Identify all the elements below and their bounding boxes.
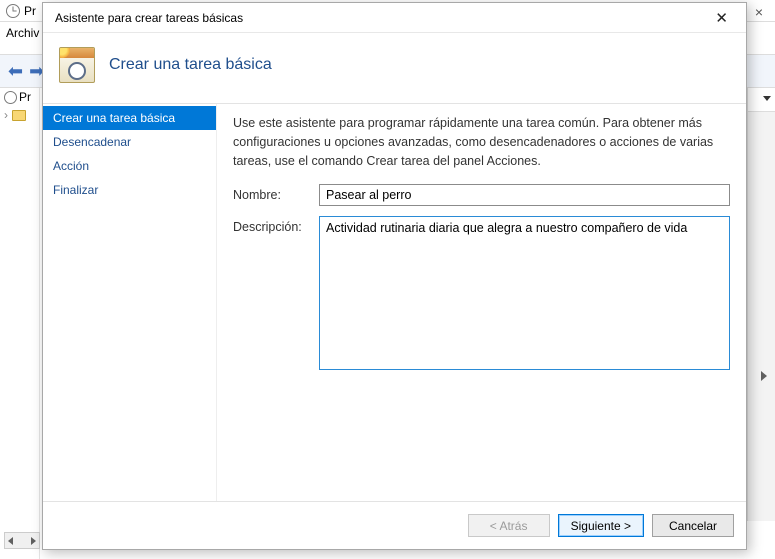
- tree-root[interactable]: Pr: [0, 88, 39, 106]
- name-label: Nombre:: [233, 184, 319, 202]
- wizard-footer: < Atrás Siguiente > Cancelar: [43, 501, 746, 549]
- wizard-window-title: Asistente para crear tareas básicas: [55, 11, 707, 25]
- folder-icon: [12, 110, 26, 121]
- wizard-titlebar: Asistente para crear tareas básicas ✕: [43, 3, 746, 33]
- scroll-right-icon[interactable]: [761, 371, 767, 381]
- tree-folder[interactable]: ›: [0, 106, 39, 124]
- wizard-content: Use este asistente para programar rápida…: [217, 104, 746, 501]
- step-finish[interactable]: Finalizar: [43, 178, 216, 202]
- dropdown-icon[interactable]: [763, 96, 771, 101]
- parent-title: Pr: [24, 4, 36, 18]
- wizard-dialog: Asistente para crear tareas básicas ✕ Cr…: [42, 2, 747, 550]
- parent-tree: Pr ›: [0, 88, 40, 559]
- wizard-steps: Crear una tarea básica Desencadenar Acci…: [43, 104, 217, 501]
- description-input[interactable]: [319, 216, 730, 370]
- back-arrow-icon[interactable]: ⬅: [6, 61, 25, 82]
- name-input[interactable]: [319, 184, 730, 206]
- clock-icon: [4, 91, 17, 104]
- wizard-intro-text: Use este asistente para programar rápida…: [233, 114, 730, 170]
- parent-close-icon[interactable]: ×: [755, 4, 763, 20]
- horizontal-scrollbar[interactable]: [4, 532, 40, 549]
- parent-right-pane: [747, 88, 775, 521]
- step-action[interactable]: Acción: [43, 154, 216, 178]
- step-create-basic-task[interactable]: Crear una tarea básica: [43, 106, 216, 130]
- cancel-button[interactable]: Cancelar: [652, 514, 734, 537]
- back-button: < Atrás: [468, 514, 550, 537]
- step-trigger[interactable]: Desencadenar: [43, 130, 216, 154]
- task-wizard-icon: [59, 47, 95, 83]
- description-label: Descripción:: [233, 216, 319, 234]
- close-icon[interactable]: ✕: [707, 7, 736, 29]
- next-button[interactable]: Siguiente >: [558, 514, 644, 537]
- wizard-header: Crear una tarea básica: [43, 33, 746, 104]
- clock-icon: [6, 4, 20, 18]
- wizard-heading: Crear una tarea básica: [109, 56, 272, 74]
